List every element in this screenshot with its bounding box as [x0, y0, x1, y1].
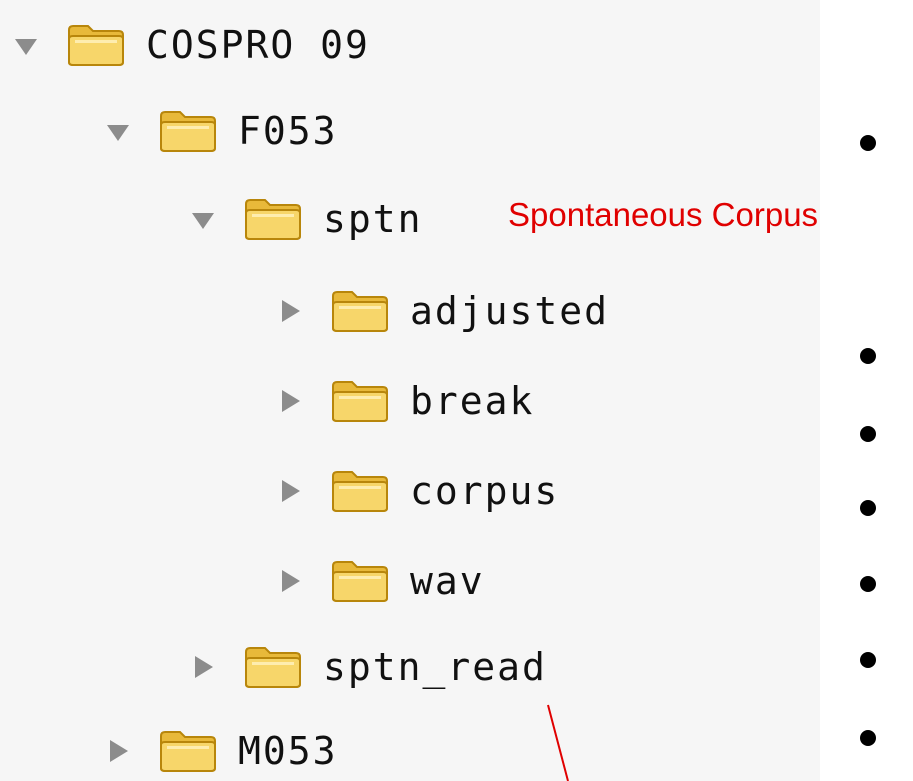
annotation-pointer-line [547, 704, 569, 781]
bullet-dot [860, 652, 876, 668]
bullet-dot [860, 576, 876, 592]
bullet-dot [860, 426, 876, 442]
bullet-dot [860, 135, 876, 151]
bullet-dot [860, 500, 876, 516]
bullet-dot [860, 730, 876, 746]
bullet-dot [860, 348, 876, 364]
